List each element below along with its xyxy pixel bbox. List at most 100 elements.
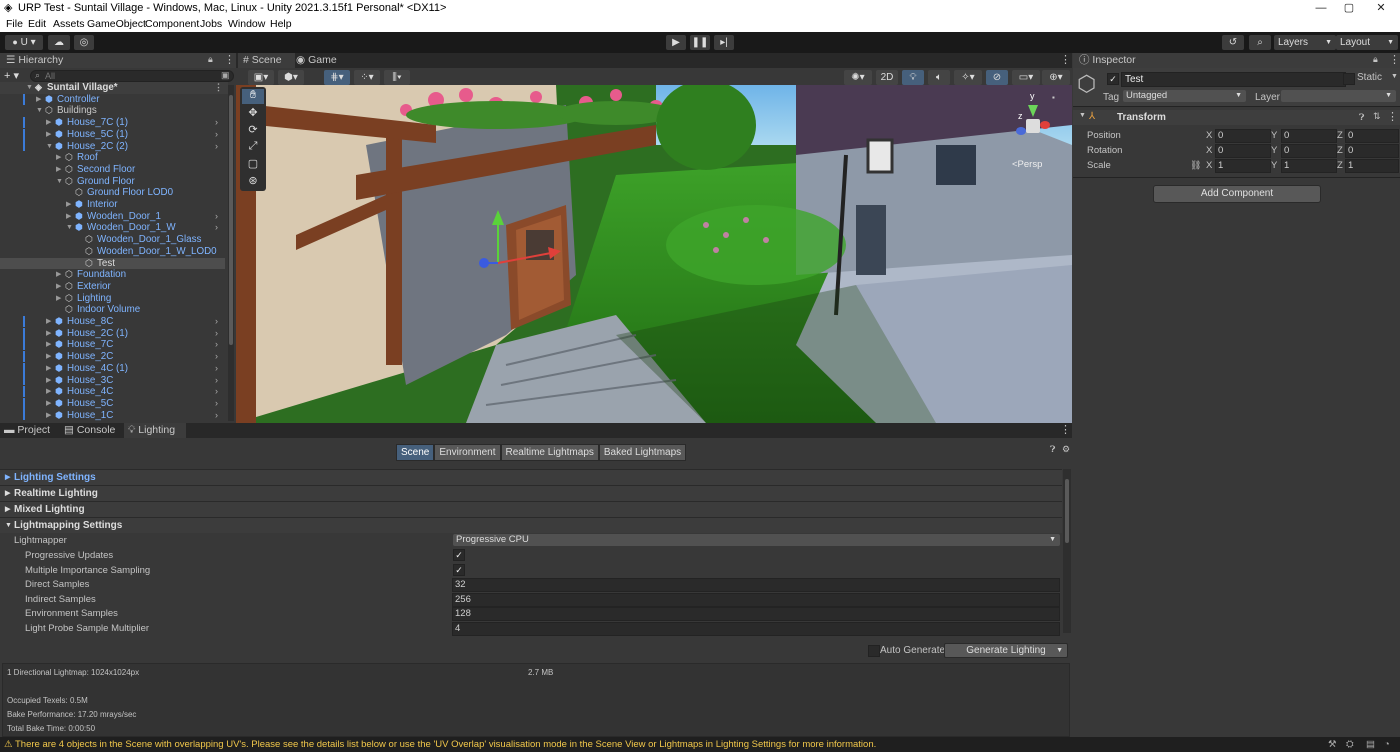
layer-dropdown[interactable]: ▼ — [1281, 90, 1396, 102]
chevron-right-icon[interactable]: ▶ — [46, 117, 51, 129]
more-icon[interactable]: ⋮ — [1387, 110, 1398, 123]
tag-dropdown[interactable]: Untagged ▼ — [1123, 90, 1246, 102]
projection-label[interactable]: <Persp — [1012, 159, 1042, 170]
more-icon[interactable]: ⋮ — [214, 82, 223, 94]
chevron-right-icon[interactable]: › — [215, 410, 218, 422]
cloud-icon[interactable]: ☁ — [48, 35, 70, 50]
notification-icon[interactable]: ◔ — [1384, 737, 1390, 752]
progressive-updates-checkbox[interactable]: ✓ — [453, 549, 465, 561]
chevron-right-icon[interactable]: ▶ — [46, 129, 51, 141]
list-item[interactable]: ⬡ Indoor Volume — [0, 304, 225, 316]
list-item-selected[interactable]: ⬡ Test — [0, 257, 225, 270]
menu-edit[interactable]: Edit — [28, 18, 46, 30]
tab-lighting[interactable]: 💡︎ Lighting — [124, 423, 186, 438]
link-icon[interactable]: ⛓︎ — [1190, 160, 1201, 171]
direct-samples-field[interactable]: 32 — [452, 578, 1060, 592]
list-item[interactable]: ▶ ⬢ House_4C › — [0, 386, 225, 398]
rotation-x-field[interactable]: 0 — [1215, 144, 1271, 158]
list-item[interactable]: ▶ ⬢ House_5C › — [0, 398, 225, 410]
lock-icon[interactable]: 🔒︎ — [208, 54, 213, 65]
chevron-right-icon[interactable]: ▶ — [56, 293, 61, 305]
gizmo-center-cube[interactable] — [1026, 119, 1040, 133]
list-item[interactable]: ▶ ⬡ Roof — [0, 152, 225, 164]
list-item[interactable]: ⬡ Wooden_Door_1_W_LOD0 — [0, 246, 225, 258]
menu-component[interactable]: Component — [145, 18, 199, 30]
list-item[interactable]: ⬡ Wooden_Door_1_Glass — [0, 234, 225, 246]
debug-icon[interactable]: ⚒ — [1328, 737, 1337, 752]
chevron-right-icon[interactable]: ▶ — [56, 152, 61, 164]
close-button[interactable]: ✕ — [1366, 0, 1396, 16]
search-icon[interactable]: ⌕ — [1249, 35, 1271, 50]
lock-icon[interactable]: 🔒︎ — [1373, 54, 1378, 65]
bake-icon[interactable]: ⛭ — [1346, 737, 1354, 752]
increment-dropdown[interactable]: ⫼▾ — [384, 70, 410, 85]
active-checkbox[interactable]: ✓ — [1107, 73, 1119, 85]
list-item[interactable]: ▶ ⬢ House_2C (1) › — [0, 328, 225, 340]
help-icon[interactable]: ❓︎ — [1359, 112, 1364, 123]
chevron-down-icon[interactable]: ▼ — [46, 141, 53, 153]
maximize-button[interactable]: ▢ — [1334, 0, 1364, 16]
tab-project[interactable]: ▬ Project — [4, 423, 54, 438]
chevron-down-icon[interactable]: ▼ — [36, 105, 43, 117]
auto-generate-checkbox[interactable] — [868, 645, 880, 657]
chevron-right-icon[interactable]: ▶ — [46, 328, 51, 340]
chevron-right-icon[interactable]: › — [215, 129, 218, 141]
render-mode-dropdown[interactable]: ✺▾ — [844, 70, 872, 85]
grid-snap-dropdown[interactable]: ⋕▾ — [324, 70, 350, 85]
tab-game[interactable]: ◉ Game — [296, 53, 346, 68]
help-icon[interactable]: ❓︎ — [1050, 444, 1055, 455]
generate-lighting-button[interactable]: Generate Lighting ▼ — [944, 643, 1068, 658]
list-item[interactable]: ▶ ⬢ Controller — [0, 94, 225, 106]
chevron-right-icon[interactable]: › — [215, 339, 218, 351]
rotate-tool-icon[interactable]: ⟳ — [242, 123, 264, 138]
chevron-right-icon[interactable]: › — [215, 316, 218, 328]
chevron-down-icon[interactable]: ▼ — [1079, 112, 1086, 119]
orientation-gizmo[interactable]: y z <Persp — [1006, 91, 1066, 170]
chevron-down-icon[interactable]: ▼ — [1391, 73, 1398, 80]
subtab-baked-lightmaps[interactable]: Baked Lightmaps — [598, 444, 687, 461]
section-mixed-lighting[interactable]: ▶ Mixed Lighting — [0, 501, 1062, 517]
snap-dropdown[interactable]: ⁘▾ — [354, 70, 380, 85]
list-item[interactable]: ▶ ⬡ Second Floor — [0, 164, 225, 176]
gizmo-z-cone[interactable] — [1016, 127, 1026, 135]
chevron-right-icon[interactable]: ▶ — [36, 94, 41, 106]
chevron-right-icon[interactable]: ▶ — [56, 281, 61, 293]
scale-x-field[interactable]: 1 — [1215, 159, 1271, 173]
list-item[interactable]: ▶ ⬢ House_7C › — [0, 339, 225, 351]
list-item[interactable]: ▶ ⬢ House_2C › — [0, 351, 225, 363]
menu-assets[interactable]: Assets — [53, 18, 85, 30]
rotation-y-field[interactable]: 0 — [1281, 144, 1337, 158]
list-item[interactable]: ▼ ⬡ Ground Floor — [0, 176, 225, 188]
collab-icon[interactable]: ◎ — [74, 35, 94, 50]
section-lighting-settings[interactable]: ▶ Lighting Settings — [0, 469, 1062, 485]
list-item[interactable]: ▶ ⬡ Lighting — [0, 293, 225, 305]
lighting-toggle[interactable]: 💡︎ — [902, 70, 924, 85]
chevron-right-icon[interactable]: ▶ — [66, 211, 71, 223]
history-icon[interactable]: ↺ — [1222, 35, 1244, 50]
scale-z-field[interactable]: 1 — [1345, 159, 1399, 173]
presets-icon[interactable]: ⇅ — [1373, 111, 1381, 122]
tab-inspector[interactable]: ⓘ Inspector — [1073, 53, 1400, 68]
list-item[interactable]: ▶ ⬡ Exterior — [0, 281, 225, 293]
rotation-z-field[interactable]: 0 — [1345, 144, 1399, 158]
list-item[interactable]: ▼ ◈ Suntail Village* ⋮ — [0, 82, 228, 94]
section-lightmapping-settings[interactable]: ▼ Lightmapping Settings — [0, 517, 1062, 533]
chevron-right-icon[interactable]: › — [215, 386, 218, 398]
object-name-input[interactable] — [1121, 72, 1346, 87]
chevron-right-icon[interactable]: ▶ — [56, 269, 61, 281]
position-y-field[interactable]: 0 — [1281, 129, 1337, 143]
gizmo-x-cone[interactable] — [1040, 121, 1050, 129]
chevron-right-icon[interactable]: ▶ — [46, 398, 51, 410]
chevron-right-icon[interactable]: › — [215, 211, 218, 223]
mode-2d-button[interactable]: 2D — [876, 70, 898, 85]
audio-toggle[interactable]: 🔈︎ — [928, 70, 950, 85]
gizmo-y-cone[interactable] — [1028, 105, 1038, 117]
more-icon[interactable]: ⋮ — [1389, 53, 1400, 66]
chevron-right-icon[interactable]: › — [215, 351, 218, 363]
subtab-scene[interactable]: Scene — [396, 444, 435, 461]
transform-tool-icon[interactable]: ⊛ — [242, 174, 264, 189]
settings-gear-icon[interactable]: ⚙︎ — [1062, 444, 1070, 455]
chevron-right-icon[interactable]: ▶ — [46, 339, 51, 351]
menu-window[interactable]: Window — [228, 18, 265, 30]
scrollbar-thumb[interactable] — [1065, 479, 1069, 543]
